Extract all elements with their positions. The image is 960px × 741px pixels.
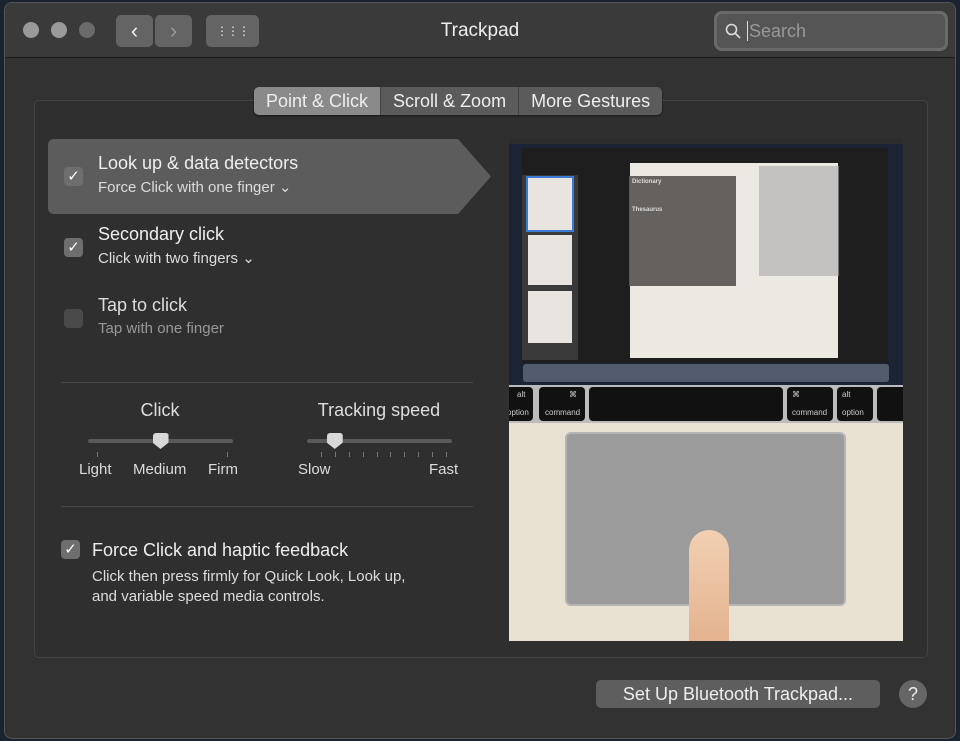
tab-bar: Point & Click Scroll & Zoom More Gesture…	[254, 87, 663, 115]
tick	[446, 452, 447, 457]
trackpad-window: ‹ › ⋮⋮⋮ Trackpad Search Point & Click Sc…	[4, 2, 956, 739]
tick	[227, 452, 228, 457]
dock	[523, 364, 889, 382]
click-max-label: Firm	[208, 461, 238, 478]
key-label: command	[545, 408, 581, 417]
tick	[321, 452, 322, 457]
tab-point-click[interactable]: Point & Click	[254, 87, 382, 115]
set-up-bluetooth-trackpad-button[interactable]: Set Up Bluetooth Trackpad...	[596, 680, 880, 708]
finger-image	[689, 530, 729, 641]
tick	[390, 452, 392, 457]
click-mid-label: Medium	[133, 461, 187, 478]
click-min-label: Light	[79, 461, 112, 478]
tick	[348, 452, 350, 457]
description-line: Click then press firmly for Quick Look, …	[92, 568, 406, 585]
click-slider-label: Click	[140, 400, 180, 420]
option-title: Tap to click	[98, 295, 188, 315]
force-click-title: Force Click and haptic feedback	[92, 540, 349, 560]
tick	[432, 452, 434, 457]
tick	[362, 452, 364, 457]
option-subtitle: Tap with one finger	[98, 320, 224, 337]
tab-more-gestures[interactable]: More Gestures	[519, 87, 662, 115]
titlebar: ‹ › ⋮⋮⋮ Trackpad Search	[5, 3, 955, 58]
option-tap-to-click[interactable]: ✓ Tap to click Tap with one finger	[48, 281, 491, 356]
option-secondary-click[interactable]: ✓ Secondary click Click with two fingers…	[48, 210, 491, 285]
key-label: ⌘	[792, 390, 800, 399]
tracking-min-label: Slow	[298, 461, 331, 478]
option-title: Secondary click	[98, 224, 225, 244]
help-button[interactable]: ?	[899, 680, 927, 708]
tick	[97, 452, 98, 457]
keyboard: alt option ⌘ command ⌘ command alt option	[509, 385, 903, 423]
force-click-checkbox[interactable]: ✓	[61, 540, 80, 559]
tracking-max-label: Fast	[429, 461, 459, 478]
preview-screen: Dictionary Thesaurus	[509, 138, 903, 385]
search-icon	[725, 23, 741, 39]
tab-scroll-zoom[interactable]: Scroll & Zoom	[381, 87, 520, 115]
key-label: option	[842, 408, 864, 417]
option-title: Look up & data detectors	[98, 153, 299, 173]
popup-heading: Thesaurus	[632, 207, 663, 213]
gesture-preview-video: Dictionary Thesaurus alt option ⌘ command …	[509, 138, 903, 641]
divider	[61, 382, 473, 383]
tracking-speed-label: Tracking speed	[317, 400, 441, 420]
tick	[418, 452, 420, 457]
tap-to-click-checkbox[interactable]: ✓	[64, 309, 83, 328]
look-up-gesture-dropdown[interactable]: Force Click with one finger ⌄	[98, 178, 291, 196]
tick	[334, 452, 336, 457]
lookup-popup: Dictionary Thesaurus	[629, 176, 736, 286]
force-click-description: Click then press firmly for Quick Look, …	[92, 567, 405, 607]
tick	[376, 452, 378, 457]
description-line: and variable speed media controls.	[92, 588, 325, 605]
search-input[interactable]: Search	[749, 21, 806, 42]
option-look-up[interactable]: ✓ Look up & data detectors Force Click w…	[48, 139, 491, 214]
key-label: command	[792, 408, 828, 417]
secondary-click-dropdown[interactable]: Click with two fingers ⌄	[98, 249, 255, 267]
search-field[interactable]: Search	[714, 11, 948, 51]
key-label: alt	[842, 390, 851, 399]
key-label: alt	[517, 390, 526, 399]
key-label: ⌘	[569, 390, 577, 399]
tick	[404, 452, 406, 457]
key-label: option	[509, 408, 529, 417]
look-up-checkbox[interactable]: ✓	[64, 167, 83, 186]
secondary-click-checkbox[interactable]: ✓	[64, 238, 83, 257]
divider	[61, 506, 473, 507]
